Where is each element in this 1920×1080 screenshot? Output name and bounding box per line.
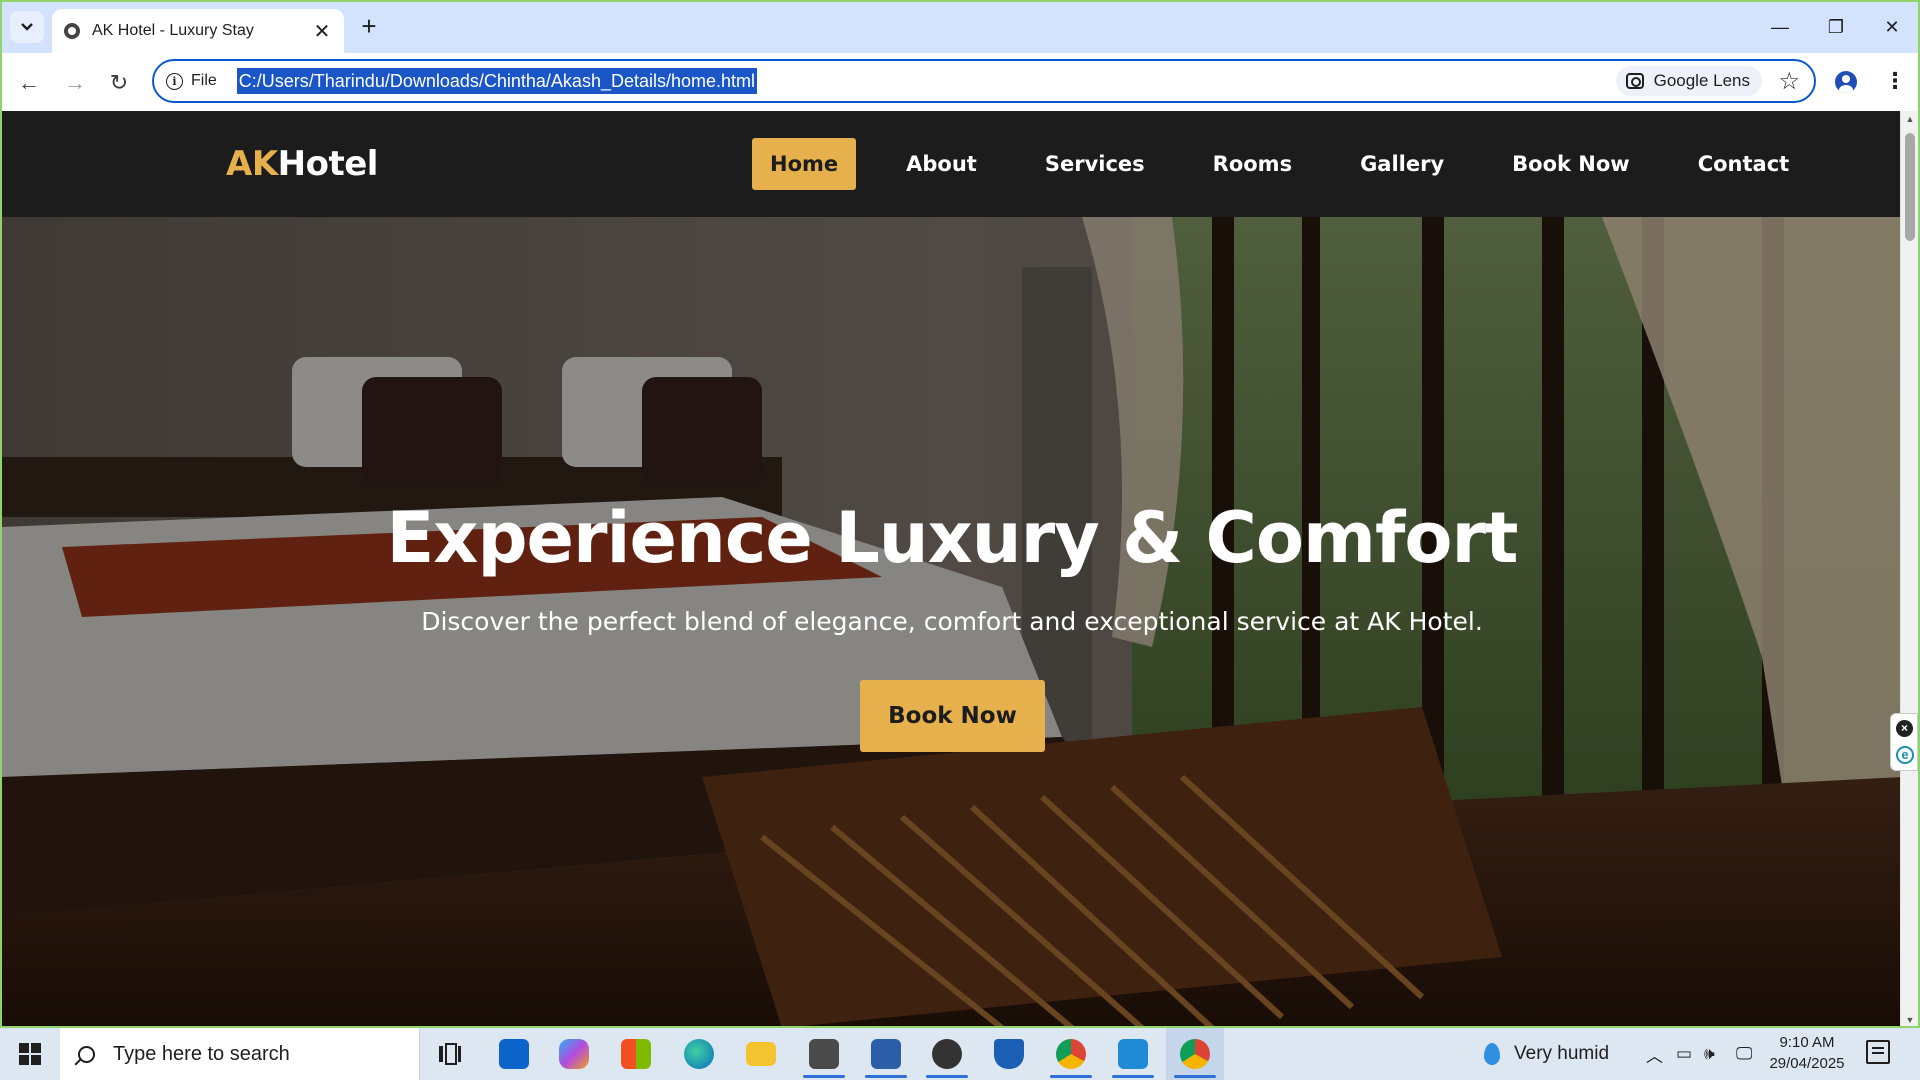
start-button[interactable] [0,1028,60,1080]
chrome-active-icon[interactable] [1166,1028,1224,1080]
address-bar[interactable]: i File C:/Users/Tharindu/Downloads/Chint… [152,59,1816,103]
hero-section: Experience Luxury & Comfort Discover the… [2,217,1902,1026]
minimize-button[interactable]: — [1752,2,1808,53]
close-window-button[interactable]: ✕ [1864,2,1918,53]
browser-window: AK Hotel - Luxury Stay ✕ + — ❐ ✕ ← → ↻ i… [0,0,1920,1028]
browser-toolbar: ← → ↻ i File C:/Users/Tharindu/Downloads… [2,53,1918,111]
outlook-icon[interactable] [485,1028,543,1080]
humidity-drop-icon [1484,1043,1500,1065]
chevron-down-icon [21,23,33,31]
page-scrollbar[interactable]: ▲ ▼ [1900,111,1918,1026]
globe-icon [64,23,80,39]
nav-services[interactable]: Services [1027,138,1163,190]
avatar-icon [1835,71,1857,93]
notification-center-icon[interactable] [1866,1040,1890,1064]
url-text[interactable]: C:/Users/Tharindu/Downloads/Chintha/Akas… [236,68,758,94]
site-header: AKHotel Home About Services Rooms Galler… [2,111,1902,217]
windows-taskbar: Type here to search Very humid ︿ ▭ 🕪 🖵 9… [0,1028,1920,1080]
nav-about[interactable]: About [888,138,995,190]
nav-contact[interactable]: Contact [1680,138,1808,190]
edge-icon[interactable] [670,1028,728,1080]
copilot-icon[interactable] [545,1028,603,1080]
tray-overflow-chevron-icon[interactable]: ︿ [1646,1028,1663,1080]
info-icon: i [166,72,183,90]
taskbar-search[interactable]: Type here to search [60,1028,420,1080]
profile-button[interactable] [1830,66,1862,98]
weather-text: Very humid [1514,1043,1610,1064]
site-info-chip[interactable]: i File [166,72,217,90]
web-page: AKHotel Home About Services Rooms Galler… [2,111,1902,1026]
reload-button[interactable]: ↻ [102,66,136,100]
scrollbar-thumb[interactable] [1905,133,1915,241]
scroll-down-icon[interactable]: ▼ [1901,1012,1918,1026]
hero-book-now-button[interactable]: Book Now [860,680,1045,752]
windows-logo-icon [19,1043,41,1065]
weather-widget[interactable]: Very humid [1484,1028,1609,1080]
menu-kebab-icon[interactable]: ⋮ [1882,66,1908,98]
chrome-icon[interactable] [1042,1028,1100,1080]
search-icon [78,1045,95,1063]
system-clock[interactable]: 9:10 AM 29/04/2025 [1760,1032,1854,1074]
vscode-icon[interactable] [1104,1028,1162,1080]
back-button[interactable]: ← [12,66,46,100]
microsoft-store-icon[interactable] [607,1028,665,1080]
lens-icon [1625,73,1644,89]
clock-time: 9:10 AM [1779,1034,1835,1051]
hero-title: Experience Luxury & Comfort [386,497,1518,579]
browser-tab-active[interactable]: AK Hotel - Luxury Stay ✕ [52,9,344,53]
tab-close-icon[interactable]: ✕ [312,19,332,44]
nav-book-now[interactable]: Book Now [1494,138,1648,190]
lens-label: Google Lens [1653,71,1750,90]
security-shield-icon[interactable] [980,1028,1038,1080]
tab-strip: AK Hotel - Luxury Stay ✕ + — ❐ ✕ [2,2,1918,53]
remote-desktop-icon[interactable] [857,1028,915,1080]
new-tab-button[interactable]: + [354,12,384,42]
main-nav: Home About Services Rooms Gallery Book N… [752,138,1807,190]
search-placeholder: Type here to search [113,1042,290,1065]
nav-gallery[interactable]: Gallery [1342,138,1462,190]
forward-button[interactable]: → [58,66,92,100]
file-explorer-icon[interactable] [732,1028,790,1080]
hero-subtitle: Discover the perfect blend of elegance, … [421,607,1483,636]
site-logo[interactable]: AKHotel [226,144,378,184]
widget-close-icon[interactable]: × [1896,720,1913,737]
tab-search-button[interactable] [10,11,44,43]
extension-side-widget: × e [1890,713,1918,771]
restore-button[interactable]: ❐ [1808,2,1864,53]
scroll-up-icon[interactable]: ▲ [1901,111,1918,127]
volume-icon[interactable]: 🕪 [1704,1028,1715,1080]
sublime-icon[interactable] [795,1028,853,1080]
bookmark-star-icon[interactable]: ☆ [1778,67,1800,96]
obs-icon[interactable] [918,1028,976,1080]
extension-e-icon[interactable]: e [1896,746,1914,764]
nav-home[interactable]: Home [752,138,857,190]
task-view-icon[interactable] [420,1028,478,1080]
battery-icon[interactable]: ▭ [1676,1028,1692,1080]
url-scheme-label: File [191,72,217,89]
tab-title: AK Hotel - Luxury Stay [92,22,254,39]
clock-date: 29/04/2025 [1769,1055,1845,1072]
network-icon[interactable]: 🖵 [1736,1028,1752,1080]
nav-rooms[interactable]: Rooms [1195,138,1310,190]
google-lens-button[interactable]: Google Lens [1615,66,1762,96]
